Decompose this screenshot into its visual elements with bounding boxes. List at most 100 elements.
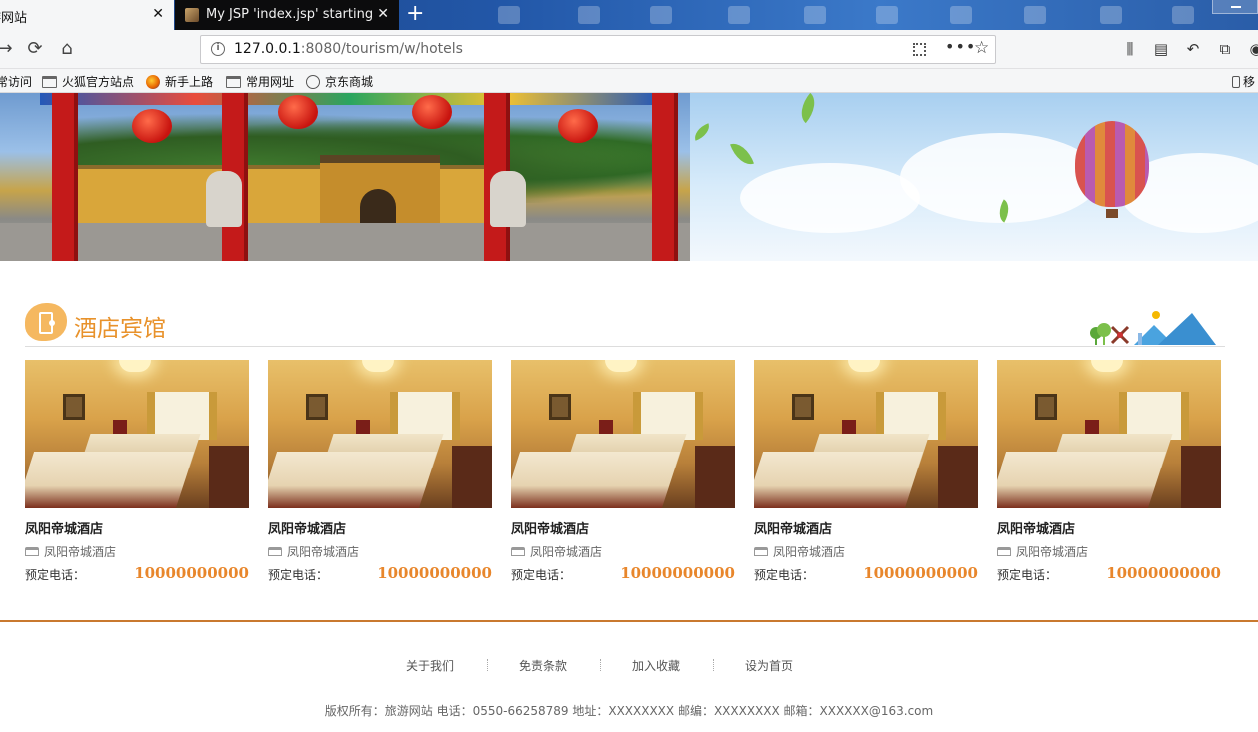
leaf-decoration	[793, 93, 823, 124]
temple-gate	[320, 155, 440, 233]
account-icon[interactable]: ◉	[1246, 39, 1258, 59]
bed-icon	[754, 547, 768, 556]
globe-icon	[306, 74, 320, 89]
ceiling-lamp	[362, 360, 394, 372]
set-homepage-link[interactable]: 设为首页	[745, 657, 793, 674]
page-actions-icon[interactable]: •••	[945, 37, 976, 56]
hotel-name[interactable]: 凤阳帝城酒店	[511, 518, 589, 537]
hotel-card[interactable]: 凤阳帝城酒店 凤阳帝城酒店 预定电话： 10000000000	[25, 360, 249, 590]
temple-gate-photo	[0, 93, 690, 261]
home-icon[interactable]: ⌂	[56, 38, 78, 60]
bookmark-star-icon[interactable]: ☆	[974, 38, 989, 58]
dresser	[695, 446, 735, 508]
footer-links: 关于我们 免责条款 加入收藏 设为首页	[0, 657, 1258, 675]
hotel-room-image[interactable]	[268, 360, 492, 508]
bed-icon	[25, 547, 39, 556]
bed	[997, 452, 1167, 508]
folder-icon	[226, 75, 241, 88]
hotel-room-image[interactable]	[997, 360, 1221, 508]
tab-index-jsp[interactable]: My JSP 'index.jsp' starting pa ✕	[175, 0, 399, 30]
booking-phone-number: 10000000000	[1106, 564, 1221, 582]
bookmark-label: 常用网址	[246, 75, 295, 89]
hotel-room-image[interactable]	[511, 360, 735, 508]
address-bar[interactable]: i 127.0.0.1:8080/tourism/w/hotels ••• ☆	[200, 35, 996, 64]
booking-phone-number: 10000000000	[134, 564, 249, 582]
url-host: 127.0.0.1	[234, 41, 301, 57]
undo-icon[interactable]: ↶	[1183, 39, 1203, 59]
booking-phone-label: 预定电话：	[997, 568, 1058, 582]
bed-icon	[997, 547, 1011, 556]
desktop-app-icon	[1172, 6, 1194, 24]
hotel-card[interactable]: 凤阳帝城酒店 凤阳帝城酒店 预定电话： 10000000000	[997, 360, 1221, 590]
room-window	[633, 392, 703, 440]
bed	[268, 452, 438, 508]
page-favicon-icon	[185, 8, 199, 22]
library-icon[interactable]: ⫼	[1120, 39, 1140, 59]
hotel-name[interactable]: 凤阳帝城酒店	[754, 518, 832, 537]
add-favorite-link[interactable]: 加入收藏	[632, 657, 680, 674]
desktop-app-icon	[728, 6, 750, 24]
url-text[interactable]: 127.0.0.1:8080/tourism/w/hotels	[234, 41, 463, 57]
mobile-phone-icon	[1232, 76, 1240, 88]
close-icon[interactable]: ✕	[377, 6, 389, 22]
hotel-room-image[interactable]	[754, 360, 978, 508]
qr-code-icon[interactable]	[913, 43, 926, 56]
forward-arrow-icon[interactable]: →	[0, 38, 16, 60]
tab-title: My JSP 'index.jsp' starting pa	[206, 7, 374, 22]
bookmark-most-visited[interactable]: 常访问	[0, 73, 32, 90]
url-path: :8080/tourism/w/hotels	[300, 41, 463, 57]
hotel-card[interactable]: 凤阳帝城酒店 凤阳帝城酒店 预定电话： 10000000000	[754, 360, 978, 590]
reload-icon[interactable]: ⟳	[24, 38, 46, 60]
room-window	[390, 392, 460, 440]
hotel-address-text: 凤阳帝城酒店	[773, 545, 846, 559]
booking-phone-number: 10000000000	[620, 564, 735, 582]
about-us-link[interactable]: 关于我们	[406, 657, 454, 674]
ceiling-lamp	[119, 360, 151, 372]
hotel-name[interactable]: 凤阳帝城酒店	[997, 518, 1075, 537]
hotel-card[interactable]: 凤阳帝城酒店 凤阳帝城酒店 预定电话： 10000000000	[511, 360, 735, 590]
tab-bar: 游网站 ✕ My JSP 'index.jsp' starting pa ✕ +	[0, 0, 1258, 30]
bookmark-getting-started[interactable]: 新手上路	[146, 73, 213, 90]
red-lantern	[278, 95, 318, 129]
bookmark-label: 京东商城	[325, 75, 374, 89]
hotel-room-image[interactable]	[25, 360, 249, 508]
bed	[511, 452, 681, 508]
hotel-address: 凤阳帝城酒店	[997, 543, 1088, 560]
room-window	[147, 392, 217, 440]
close-icon[interactable]: ✕	[152, 6, 164, 22]
screenshot-icon[interactable]: ⧉	[1215, 39, 1235, 59]
hotel-address: 凤阳帝城酒店	[511, 543, 602, 560]
dresser	[1181, 446, 1221, 508]
tab-title: 游网站	[0, 11, 28, 26]
bed	[754, 452, 924, 508]
hotels-section-header: 酒店宾馆	[25, 303, 1225, 347]
wall-picture	[792, 394, 814, 420]
hotel-address-text: 凤阳帝城酒店	[530, 545, 603, 559]
hotel-card[interactable]: 凤阳帝城酒店 凤阳帝城酒店 预定电话： 10000000000	[268, 360, 492, 590]
navigation-toolbar: → ⟳ ⌂ i 127.0.0.1:8080/tourism/w/hotels …	[0, 30, 1258, 69]
leaf-decoration	[730, 139, 754, 169]
hotel-address: 凤阳帝城酒店	[25, 543, 116, 560]
site-info-icon[interactable]: i	[211, 42, 225, 56]
bed	[25, 452, 195, 508]
stone-lion	[490, 171, 526, 227]
ceiling-lamp	[605, 360, 637, 372]
dresser	[209, 446, 249, 508]
wall-picture	[63, 394, 85, 420]
disclaimer-link[interactable]: 免责条款	[519, 657, 567, 674]
minimize-button[interactable]	[1212, 0, 1258, 14]
mobile-bookmarks[interactable]: 移	[1232, 73, 1255, 90]
bookmark-jd[interactable]: 京东商城	[306, 73, 373, 90]
new-tab-button[interactable]: +	[406, 2, 424, 26]
bookmark-common-sites[interactable]: 常用网址	[226, 73, 294, 90]
wall-picture	[549, 394, 571, 420]
booking-phone-label: 预定电话：	[511, 568, 572, 582]
hotel-name[interactable]: 凤阳帝城酒店	[25, 518, 103, 537]
hotel-name[interactable]: 凤阳帝城酒店	[268, 518, 346, 537]
tab-tourism-site[interactable]: 游网站 ✕	[0, 0, 174, 30]
sidebar-icon[interactable]: ▤	[1151, 39, 1171, 59]
desktop-app-icon	[876, 6, 898, 24]
bed-icon	[511, 547, 525, 556]
header-banner	[0, 93, 1258, 261]
bookmark-firefox-official[interactable]: 火狐官方站点	[42, 73, 134, 90]
